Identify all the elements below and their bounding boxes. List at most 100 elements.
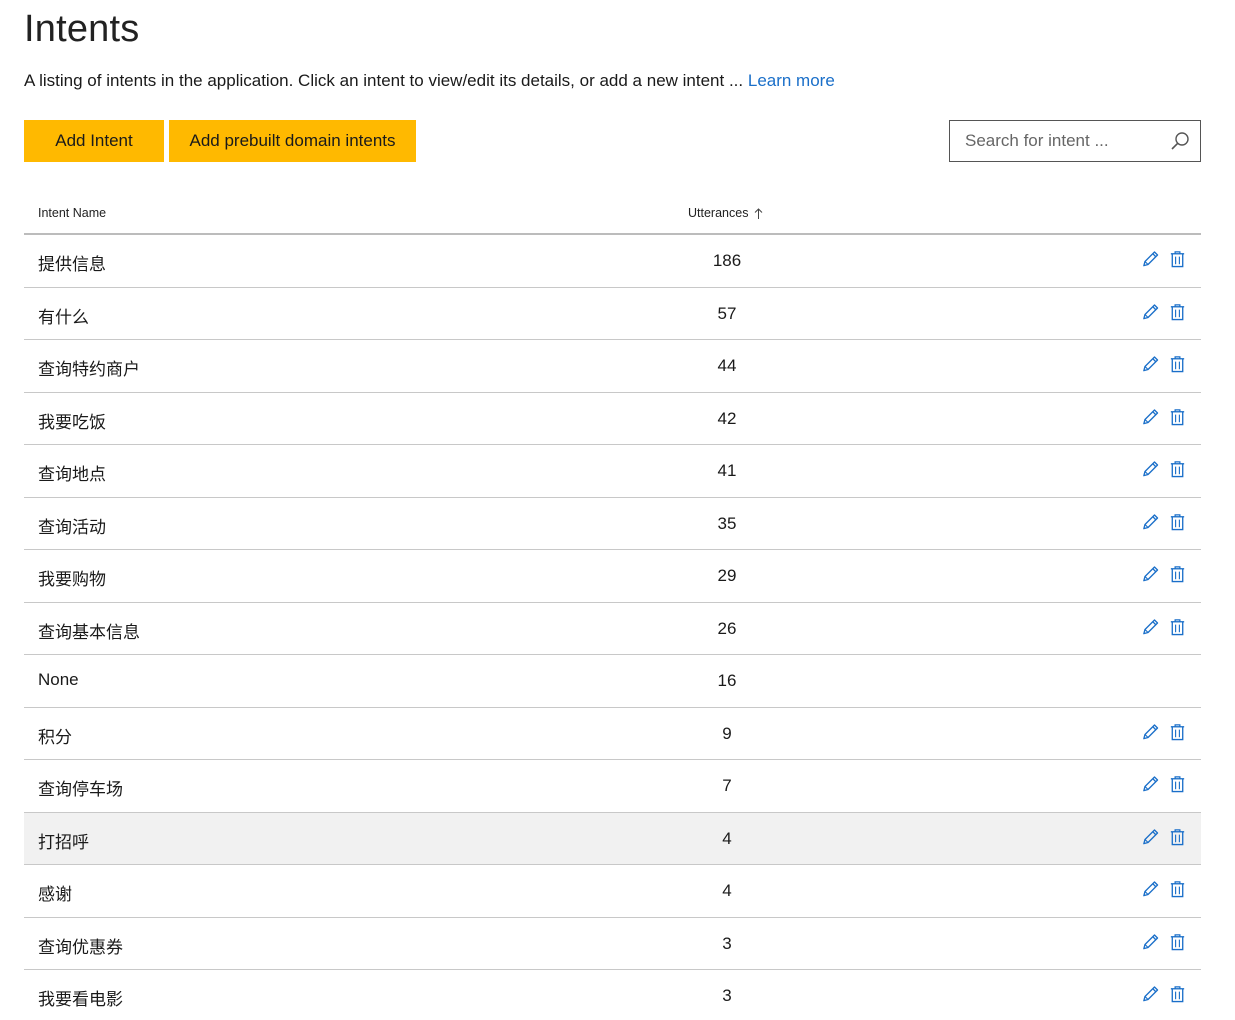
table-row[interactable]: 查询基本信息 26: [24, 603, 1201, 655]
intent-name[interactable]: 查询基本信息: [38, 618, 140, 643]
table-row[interactable]: 我要看电影 3: [24, 970, 1201, 1020]
row-actions: [1141, 932, 1187, 952]
page-title: Intents: [24, 8, 140, 50]
intent-name[interactable]: 查询地点: [38, 460, 106, 485]
column-header-utterances[interactable]: Utterances: [688, 206, 763, 220]
utterance-count: 3: [722, 986, 732, 1005]
table-row[interactable]: None 16: [24, 655, 1201, 708]
intent-name[interactable]: 有什么: [38, 303, 89, 328]
pencil-icon[interactable]: [1141, 302, 1160, 322]
row-actions: [1141, 774, 1187, 794]
trash-icon[interactable]: [1168, 249, 1187, 269]
table-row[interactable]: 查询地点 41: [24, 445, 1201, 498]
search-box: [949, 120, 1201, 162]
trash-icon[interactable]: [1168, 407, 1187, 427]
row-actions: [1141, 354, 1187, 374]
pencil-icon[interactable]: [1141, 354, 1160, 374]
trash-icon[interactable]: [1168, 774, 1187, 794]
row-actions: [1141, 827, 1187, 847]
table-row[interactable]: 积分 9: [24, 708, 1201, 760]
pencil-icon[interactable]: [1141, 932, 1160, 952]
trash-icon[interactable]: [1168, 354, 1187, 374]
row-actions: [1141, 249, 1187, 269]
add-intent-button[interactable]: Add Intent: [24, 120, 164, 162]
pencil-icon[interactable]: [1141, 459, 1160, 479]
table-row[interactable]: 提供信息 186: [24, 235, 1201, 288]
intent-name[interactable]: 查询优惠券: [38, 933, 123, 958]
table-row[interactable]: 我要购物 29: [24, 550, 1201, 603]
search-icon[interactable]: [1170, 131, 1190, 151]
page-description: A listing of intents in the application.…: [24, 71, 835, 91]
row-actions: [1141, 984, 1187, 1004]
column-header-intent-name[interactable]: Intent Name: [38, 206, 106, 220]
intent-name[interactable]: 积分: [38, 723, 72, 748]
utterance-count: 26: [717, 618, 737, 638]
pencil-icon[interactable]: [1141, 407, 1160, 427]
intents-table: Intent Name Utterances 提供信息 186 有什么 57 查询特约商…: [24, 183, 1201, 1020]
table-row[interactable]: 打招呼 4: [24, 812, 1201, 865]
row-actions: [1141, 564, 1187, 584]
trash-icon[interactable]: [1168, 722, 1187, 742]
table-row[interactable]: 我要吃饭 42: [24, 393, 1201, 445]
intent-name[interactable]: 提供信息: [38, 250, 106, 275]
add-prebuilt-domain-intents-button[interactable]: Add prebuilt domain intents: [169, 120, 416, 162]
table-row[interactable]: 有什么 57: [24, 288, 1201, 340]
table-row[interactable]: 查询特约商户 44: [24, 340, 1201, 393]
trash-icon[interactable]: [1168, 932, 1187, 952]
trash-icon[interactable]: [1168, 564, 1187, 584]
trash-icon[interactable]: [1168, 302, 1187, 322]
table-row[interactable]: 查询活动 35: [24, 498, 1201, 550]
description-text: A listing of intents in the application.…: [24, 71, 748, 90]
utterance-count: 35: [717, 513, 737, 533]
pencil-icon[interactable]: [1141, 827, 1160, 847]
pencil-icon[interactable]: [1141, 249, 1160, 269]
sort-ascending-icon: [755, 207, 763, 219]
pencil-icon[interactable]: [1141, 722, 1160, 742]
utterance-count: 4: [722, 881, 732, 900]
trash-icon[interactable]: [1168, 617, 1187, 637]
intent-name[interactable]: 感谢: [38, 880, 72, 905]
intent-name[interactable]: 查询停车场: [38, 775, 123, 800]
utterance-count: 29: [717, 566, 737, 585]
intent-name[interactable]: None: [38, 670, 79, 690]
row-actions: [1141, 302, 1187, 322]
trash-icon[interactable]: [1168, 879, 1187, 899]
utterance-count: 57: [717, 303, 737, 323]
table-body: 提供信息 186 有什么 57 查询特约商户 44 我要吃饭 42 查询地点 41 查询活动 35 我要…: [24, 235, 1201, 1020]
trash-icon[interactable]: [1168, 827, 1187, 847]
intent-name[interactable]: 查询活动: [38, 513, 106, 538]
pencil-icon[interactable]: [1141, 617, 1160, 637]
intent-name[interactable]: 打招呼: [38, 828, 89, 853]
intent-name[interactable]: 我要购物: [38, 565, 106, 590]
row-actions: [1141, 879, 1187, 899]
pencil-icon[interactable]: [1141, 512, 1160, 532]
table-row[interactable]: 查询优惠券 3: [24, 918, 1201, 970]
trash-icon[interactable]: [1168, 512, 1187, 532]
utterance-count: 3: [722, 933, 732, 953]
utterance-count: 16: [717, 671, 737, 690]
table-row[interactable]: 感谢 4: [24, 865, 1201, 918]
pencil-icon[interactable]: [1141, 564, 1160, 584]
utterance-count: 7: [722, 776, 732, 795]
utterance-count: 44: [717, 356, 737, 375]
intent-name[interactable]: 我要吃饭: [38, 408, 106, 433]
row-actions: [1141, 617, 1187, 637]
pencil-icon[interactable]: [1141, 879, 1160, 899]
trash-icon[interactable]: [1168, 459, 1187, 479]
pencil-icon[interactable]: [1141, 984, 1160, 1004]
intent-name[interactable]: 我要看电影: [38, 985, 123, 1010]
utterance-count: 41: [717, 461, 737, 480]
utterance-count: 42: [717, 408, 737, 428]
table-row[interactable]: 查询停车场 7: [24, 760, 1201, 813]
learn-more-link[interactable]: Learn more: [748, 71, 835, 90]
search-input[interactable]: [950, 121, 1160, 160]
utterance-count: 186: [712, 251, 742, 270]
column-header-utterances-label: Utterances: [688, 206, 749, 220]
utterance-count: 4: [722, 828, 732, 848]
utterance-count: 9: [722, 723, 732, 743]
intent-name[interactable]: 查询特约商户: [38, 355, 140, 380]
row-actions: [1141, 722, 1187, 742]
pencil-icon[interactable]: [1141, 774, 1160, 794]
row-actions: [1141, 459, 1187, 479]
trash-icon[interactable]: [1168, 984, 1187, 1004]
